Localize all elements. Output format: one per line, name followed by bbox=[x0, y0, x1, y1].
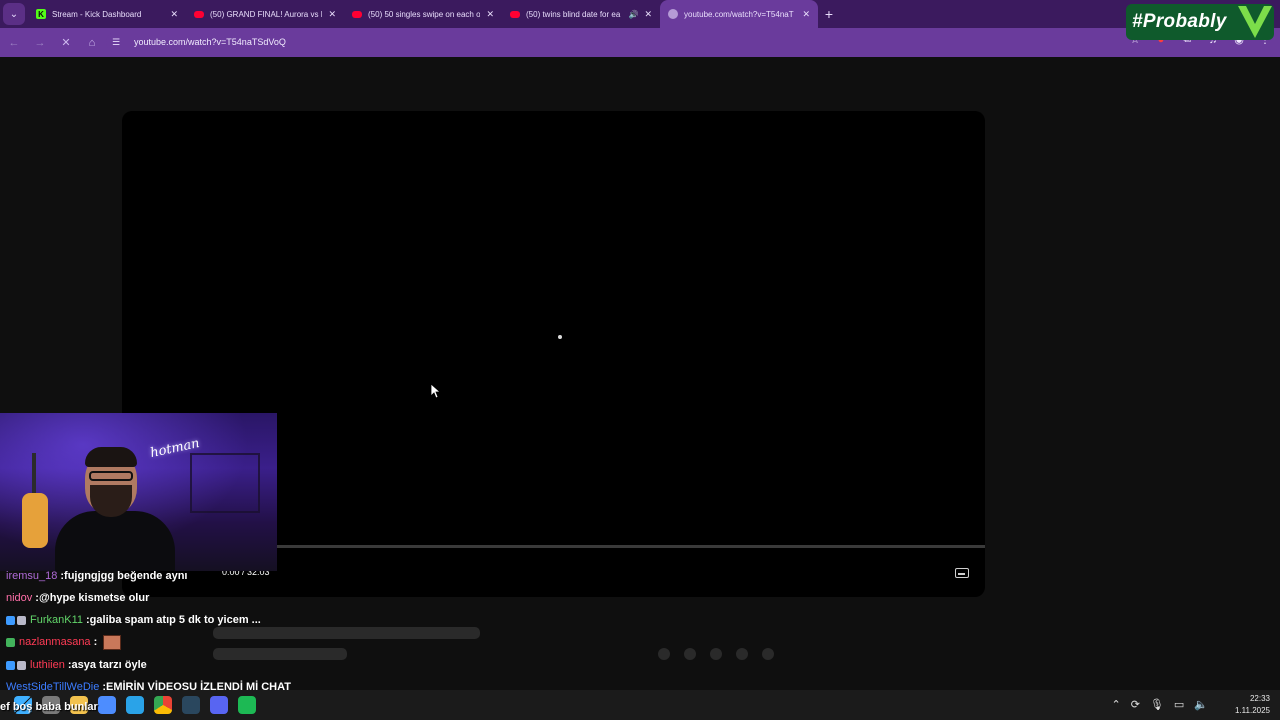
mic-arm bbox=[32, 453, 36, 497]
forward-icon[interactable]: → bbox=[28, 31, 52, 55]
home-icon[interactable]: ⌂ bbox=[80, 31, 104, 55]
chat-username[interactable]: nidov bbox=[6, 592, 32, 604]
streamer-webcam: hotman bbox=[0, 413, 277, 571]
chat-message: FurkanK11: galiba spam atıp 5 dk to yice… bbox=[6, 612, 261, 628]
tab-title: (50) twins blind date for ea bbox=[526, 9, 621, 19]
chat-username[interactable]: iremsu_18 bbox=[6, 570, 57, 582]
chat-emote-icon bbox=[103, 634, 122, 650]
chat-badges bbox=[6, 615, 26, 625]
address-bar[interactable]: ☰ youtube.com/watch?v=T54naTSdVoQ bbox=[106, 31, 1140, 53]
chat-text: fujgngjgg beğende aynı bbox=[64, 570, 188, 582]
checkmark-logo-icon bbox=[1238, 6, 1272, 38]
tab-title: (50) 50 singles swipe on each o bbox=[368, 9, 481, 19]
gray-badge-icon bbox=[17, 615, 26, 625]
tab-search-chevron-icon[interactable]: ⌄ bbox=[3, 3, 25, 25]
sync-icon[interactable]: ⟳ bbox=[1131, 698, 1140, 711]
chat-separator: : bbox=[93, 636, 98, 648]
discord-icon[interactable] bbox=[210, 696, 228, 714]
display-icon[interactable]: ▭ bbox=[1174, 698, 1184, 711]
clock-time: 22:33 bbox=[1249, 694, 1270, 703]
system-tray: ⌃ ⟳ 🎙 ▭ 🔈 bbox=[1111, 698, 1208, 711]
youtube-icon bbox=[194, 10, 204, 18]
chat-message: nidov: @hype kismetse olur bbox=[6, 590, 149, 606]
chat-text: galiba spam atıp 5 dk to yicem ... bbox=[89, 614, 261, 626]
browser-toolbar: ← → ✕ ⌂ ☰ youtube.com/watch?v=T54naTSdVo… bbox=[0, 28, 1280, 57]
close-icon[interactable]: ✕ bbox=[328, 9, 336, 20]
chat-message: nazlanmasana: bbox=[6, 634, 122, 650]
address-url[interactable]: youtube.com/watch?v=T54naTSdVoQ bbox=[134, 37, 286, 47]
chat-message: iremsu_18: fujgngjgg beğende aynı bbox=[6, 568, 187, 584]
tab-strip: ⌄ K Stream - Kick Dashboard ✕ (50) GRAND… bbox=[0, 0, 1280, 28]
gray-badge-icon bbox=[17, 660, 26, 670]
badge-text: #Probably bbox=[1132, 11, 1227, 32]
blue-badge-icon bbox=[6, 615, 15, 625]
tab-title: Stream - Kick Dashboard bbox=[52, 9, 142, 19]
chrome-icon[interactable] bbox=[154, 696, 172, 714]
globe-icon bbox=[668, 9, 678, 19]
taskbar-clock[interactable]: 22:33 1.11.2025 bbox=[1235, 693, 1270, 717]
green-badge-icon bbox=[6, 637, 15, 647]
close-icon[interactable]: ✕ bbox=[170, 9, 178, 20]
site-info-icon[interactable]: ☰ bbox=[112, 37, 126, 48]
microphone bbox=[22, 493, 48, 548]
stop-loading-icon[interactable]: ✕ bbox=[54, 31, 78, 55]
youtube-icon bbox=[510, 10, 520, 18]
blue-badge-icon bbox=[6, 660, 15, 670]
skeleton-dot bbox=[762, 648, 774, 660]
kick-icon: K bbox=[36, 9, 46, 19]
mouse-cursor-icon bbox=[431, 384, 441, 399]
skeleton-dot bbox=[684, 648, 696, 660]
tab-title: youtube.com/watch?v=T54naT bbox=[684, 9, 794, 19]
chat-badges bbox=[6, 637, 15, 647]
chat-username[interactable]: luthiien bbox=[30, 659, 65, 671]
youtube-icon bbox=[352, 10, 362, 18]
chat-username[interactable]: FurkanK11 bbox=[30, 614, 83, 626]
streamer-hair bbox=[85, 447, 137, 467]
close-icon[interactable]: ✕ bbox=[802, 9, 810, 20]
chat-text: asya tarzı öyle bbox=[71, 659, 147, 671]
speaker-icon[interactable]: 🔊 bbox=[628, 10, 638, 19]
tray-chevron-up-icon[interactable]: ⌃ bbox=[1111, 698, 1120, 711]
tab-twins-blind-date[interactable]: (50) twins blind date for ea 🔊 ✕ bbox=[502, 0, 660, 28]
streamer-body bbox=[55, 511, 175, 571]
chat-message: luthiien: asya tarzı öyle bbox=[6, 657, 147, 673]
skeleton-dot bbox=[710, 648, 722, 660]
close-icon[interactable]: ✕ bbox=[644, 9, 652, 20]
skeleton-dot bbox=[658, 648, 670, 660]
clock-date: 1.11.2025 bbox=[1235, 706, 1270, 715]
back-icon[interactable]: ← bbox=[2, 31, 26, 55]
probably-badge: #Probably bbox=[1126, 4, 1274, 40]
tab-kick-dashboard[interactable]: K Stream - Kick Dashboard ✕ bbox=[28, 0, 186, 28]
webcam-shelf bbox=[190, 453, 260, 513]
new-tab-button[interactable]: + bbox=[818, 0, 840, 28]
edge-icon[interactable] bbox=[126, 696, 144, 714]
chat-username[interactable]: nazlanmasana bbox=[19, 636, 91, 648]
stream-overlay-caption: ef boş baba bunlar bbox=[0, 701, 98, 713]
video-progress-bar[interactable] bbox=[155, 545, 985, 548]
tab-singles-swipe[interactable]: (50) 50 singles swipe on each o ✕ bbox=[344, 0, 502, 28]
microphone-icon[interactable]: 🎙 bbox=[1150, 698, 1164, 711]
windows-taskbar: ⌃ ⟳ 🎙 ▭ 🔈 22:33 1.11.2025 bbox=[0, 690, 1280, 720]
skeleton-subtitle-bar bbox=[213, 648, 347, 660]
streamer-glasses bbox=[89, 471, 133, 481]
tab-title: (50) GRAND FINAL! Aurora vs L bbox=[210, 9, 323, 19]
skeleton-action-dots bbox=[658, 648, 774, 660]
tab-youtube-watch[interactable]: youtube.com/watch?v=T54naT ✕ bbox=[660, 0, 818, 28]
volume-icon[interactable]: 🔈 bbox=[1194, 698, 1208, 711]
loading-spinner-icon bbox=[558, 335, 562, 339]
close-icon[interactable]: ✕ bbox=[486, 9, 494, 20]
skeleton-title-bar bbox=[213, 627, 480, 639]
screen: ⌄ K Stream - Kick Dashboard ✕ (50) GRAND… bbox=[0, 0, 1280, 720]
spotify-icon[interactable] bbox=[238, 696, 256, 714]
chat-badges bbox=[6, 660, 26, 670]
tab-grand-final[interactable]: (50) GRAND FINAL! Aurora vs L ✕ bbox=[186, 0, 344, 28]
steam-icon[interactable] bbox=[182, 696, 200, 714]
subtitles-icon[interactable] bbox=[955, 568, 969, 578]
skeleton-dot bbox=[736, 648, 748, 660]
store-icon[interactable] bbox=[98, 696, 116, 714]
chat-text: @hype kismetse olur bbox=[38, 592, 150, 604]
